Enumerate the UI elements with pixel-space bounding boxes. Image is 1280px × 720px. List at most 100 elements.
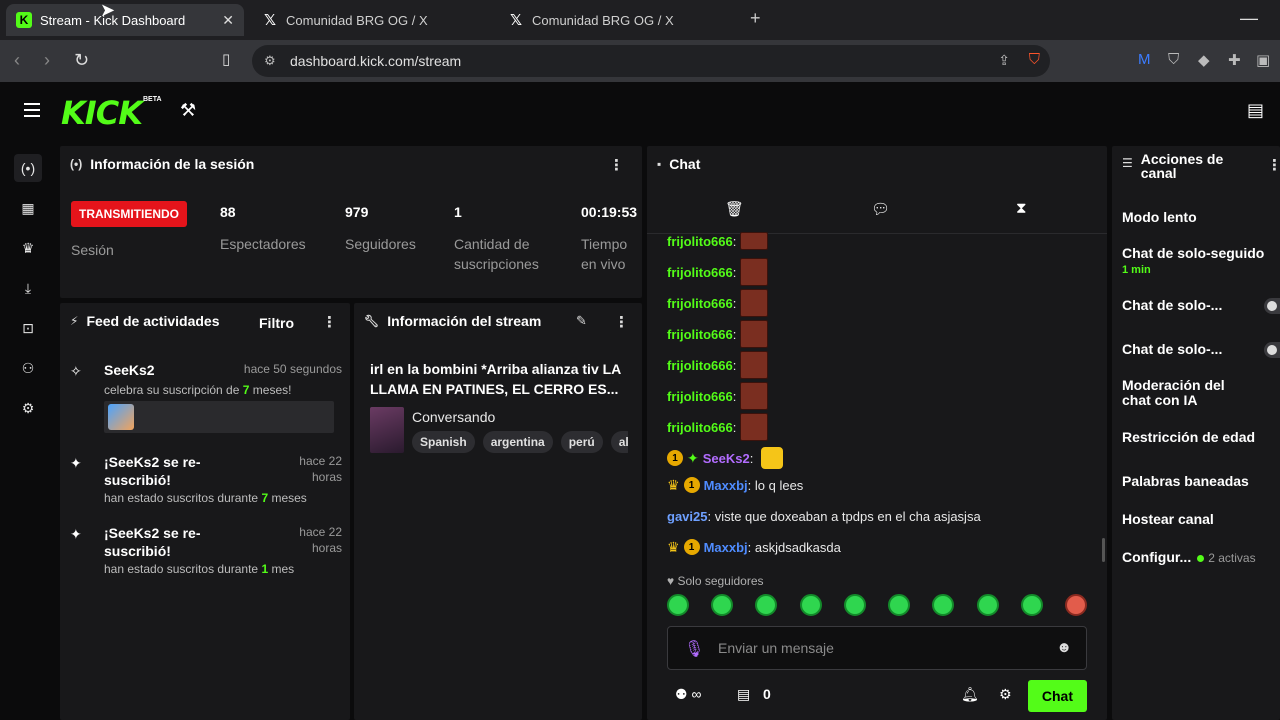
store-icon[interactable]: ▤ bbox=[737, 686, 750, 703]
emote-button[interactable] bbox=[799, 594, 822, 616]
emote-button[interactable] bbox=[888, 594, 911, 616]
channel-actions-panel: ☰ Acciones de canal ⋮ Modo lento› Chat d… bbox=[1112, 146, 1280, 720]
top-navigation: KICK BETA ⚒ ▤ bbox=[0, 82, 1280, 142]
new-tab-icon[interactable]: + bbox=[750, 8, 761, 29]
brave-shield-icon[interactable]: ⛉ bbox=[1029, 51, 1040, 68]
chat-username[interactable]: frijolito666 bbox=[667, 389, 733, 404]
edit-pencil-icon[interactable]: ✎ bbox=[576, 313, 587, 329]
send-chat-button[interactable]: Chat bbox=[1027, 680, 1087, 712]
broadcast-icon: (•) bbox=[70, 157, 83, 171]
more-options-icon[interactable]: ⋮ bbox=[609, 156, 624, 174]
bookmark-icon[interactable]: ▯ bbox=[222, 50, 230, 68]
sparkle-icon: ✧ bbox=[70, 363, 82, 379]
chat-scrollbar[interactable] bbox=[1102, 538, 1105, 562]
kick-dashboard: KICK BETA ⚒ ▤ (•) ▦ ♛ ⤓ ⊡ ⚇ ⚙ (•) Inform… bbox=[0, 82, 1280, 720]
address-bar: ‹ › ↻ ▯ ⚙ dashboard.kick.com/stream ⇪ ⛉ … bbox=[0, 40, 1280, 82]
emote-button[interactable] bbox=[711, 594, 734, 616]
chat-username[interactable]: frijolito666 bbox=[667, 234, 733, 249]
chat-settings-icon[interactable]: ⚙ bbox=[999, 686, 1012, 703]
emote-button[interactable] bbox=[976, 594, 999, 616]
action-subscribers-only-chat: Chat de solo-... bbox=[1122, 298, 1280, 314]
feed-item-title: ¡SeeKs2 se re-suscribió! bbox=[104, 454, 201, 488]
action-followers-only-chat[interactable]: Chat de solo-seguido›1 min bbox=[1122, 246, 1280, 278]
chat-username[interactable]: frijolito666 bbox=[667, 420, 733, 435]
chat-username[interactable]: frijolito666 bbox=[667, 327, 733, 342]
broadcast-icon[interactable]: (•) bbox=[14, 154, 42, 182]
sidebar-toggle-icon[interactable]: ▣ bbox=[1256, 51, 1270, 69]
site-settings-icon[interactable]: ⚙ bbox=[264, 53, 276, 69]
action-configuration[interactable]: Configur...2 activas› bbox=[1122, 550, 1280, 566]
chat-text: viste que doxeaban a tpdps en el cha asj… bbox=[714, 508, 981, 524]
close-tab-icon[interactable]: ✕ bbox=[222, 12, 234, 29]
forward-icon[interactable]: › bbox=[44, 50, 50, 71]
extensions-puzzle-icon[interactable]: ✚ bbox=[1228, 51, 1241, 69]
session-label: Sesión bbox=[71, 242, 114, 258]
action-host-channel[interactable]: Hostear canal bbox=[1122, 512, 1280, 527]
points-icon[interactable]: ⚉ ∞ bbox=[675, 686, 701, 703]
url-field[interactable]: ⚙ dashboard.kick.com/stream ⇪ ⛉ bbox=[252, 45, 1050, 77]
kick-logo[interactable]: KICK bbox=[61, 94, 143, 132]
microphone-icon[interactable]: 🎙︎ bbox=[684, 639, 704, 659]
chat-username[interactable]: SeeKs2 bbox=[703, 451, 750, 466]
hourglass-icon[interactable]: ⧗ bbox=[1016, 200, 1027, 217]
minimize-icon[interactable]: — bbox=[1240, 8, 1258, 29]
toggle-switch[interactable] bbox=[1264, 298, 1280, 314]
more-options-icon[interactable]: ⋮ bbox=[1267, 156, 1280, 174]
trash-icon[interactable]: 🗑︎ bbox=[725, 200, 744, 218]
follow-only-label: ♥ Solo seguidores bbox=[667, 574, 764, 588]
more-options-icon[interactable]: ⋮ bbox=[322, 313, 337, 331]
action-ai-moderation[interactable]: Moderación del chat con IA↗ bbox=[1122, 378, 1280, 408]
menu-icon[interactable] bbox=[24, 103, 40, 117]
chat-username[interactable]: frijolito666 bbox=[667, 265, 733, 280]
settings-icon[interactable]: ⚙ bbox=[14, 394, 42, 422]
store-icon[interactable]: ▤ bbox=[1247, 100, 1264, 121]
share-icon[interactable]: ⇪ bbox=[998, 52, 1010, 69]
extension-m-icon[interactable]: M bbox=[1138, 51, 1151, 68]
chat-text: askjdsadkasda bbox=[754, 539, 841, 555]
toggle-switch[interactable] bbox=[1264, 342, 1280, 358]
extension-shield-icon[interactable]: ⛉ bbox=[1168, 51, 1179, 68]
notification-bell-icon[interactable]: 🔔︎ bbox=[961, 686, 979, 703]
sparkle-icon: ✦ bbox=[70, 526, 82, 542]
trophy-icon[interactable]: ♛ bbox=[14, 234, 42, 262]
more-options-icon[interactable]: ⋮ bbox=[614, 313, 629, 331]
emote-button[interactable] bbox=[1020, 594, 1043, 616]
chat-username[interactable]: Maxxbj bbox=[704, 540, 748, 555]
session-info-panel: (•) Información de la sesión ⋮ TRANSMITI… bbox=[60, 146, 642, 298]
action-age-restriction[interactable]: Restricción de edad› bbox=[1122, 430, 1280, 445]
filter-button[interactable]: Filtro bbox=[259, 315, 294, 331]
tab-stream-kick-dashboard[interactable]: K Stream - Kick Dashboard ✕ bbox=[6, 4, 244, 36]
chat-bubble-icon[interactable]: 💬︎ bbox=[871, 200, 890, 218]
emote-button[interactable] bbox=[755, 594, 778, 616]
download-icon[interactable]: ⤓ bbox=[14, 274, 42, 302]
stream-info-panel: 🔧︎ Información del stream ✎ ⋮ irl en la … bbox=[354, 303, 642, 720]
chat-username[interactable]: frijolito666 bbox=[667, 296, 733, 311]
analytics-icon[interactable]: ▦ bbox=[14, 194, 42, 222]
points-count: 0 bbox=[763, 686, 771, 702]
action-slow-mode[interactable]: Modo lento› bbox=[1122, 210, 1280, 225]
emote-button[interactable] bbox=[932, 594, 955, 616]
hammer-icon[interactable]: ⚒ bbox=[180, 100, 196, 121]
chat-username[interactable]: gavi25 bbox=[667, 509, 707, 524]
reload-icon[interactable]: ↻ bbox=[74, 50, 89, 71]
moderation-icon[interactable]: ⊡ bbox=[14, 314, 42, 342]
chat-username[interactable]: frijolito666 bbox=[667, 358, 733, 373]
emote-quick-bar bbox=[667, 594, 1087, 616]
chat-panel: ▪ Chat 🗑︎ 💬︎ ⧗ frijolito666: frijolito66… bbox=[647, 146, 1107, 720]
emoji-picker-icon[interactable]: ☻ bbox=[1056, 639, 1072, 656]
extension-diamond-icon[interactable]: ◆ bbox=[1198, 51, 1210, 69]
back-icon[interactable]: ‹ bbox=[14, 50, 20, 71]
feed-item-desc: han estado suscritos durante 7 meses bbox=[104, 491, 307, 505]
chat-message-input[interactable]: 🎙︎ Enviar un mensaje ☻ bbox=[667, 626, 1087, 670]
mouse-cursor-icon: ➤ bbox=[100, 0, 116, 20]
chat-username[interactable]: Maxxbj bbox=[704, 478, 748, 493]
tab-comunidad-1[interactable]: 𝕏 Comunidad BRG OG / X bbox=[252, 4, 490, 36]
feed-item-time: hace 22 horas bbox=[299, 454, 342, 484]
tab-comunidad-2[interactable]: 𝕏 Comunidad BRG OG / X bbox=[498, 4, 736, 36]
emote-button[interactable] bbox=[667, 594, 689, 616]
action-banned-words[interactable]: Palabras baneadas› bbox=[1122, 474, 1280, 489]
emote-button[interactable] bbox=[1064, 594, 1087, 616]
action-emotes-only-chat: Chat de solo-... bbox=[1122, 342, 1280, 358]
emote-button[interactable] bbox=[843, 594, 866, 616]
community-icon[interactable]: ⚇ bbox=[14, 354, 42, 382]
